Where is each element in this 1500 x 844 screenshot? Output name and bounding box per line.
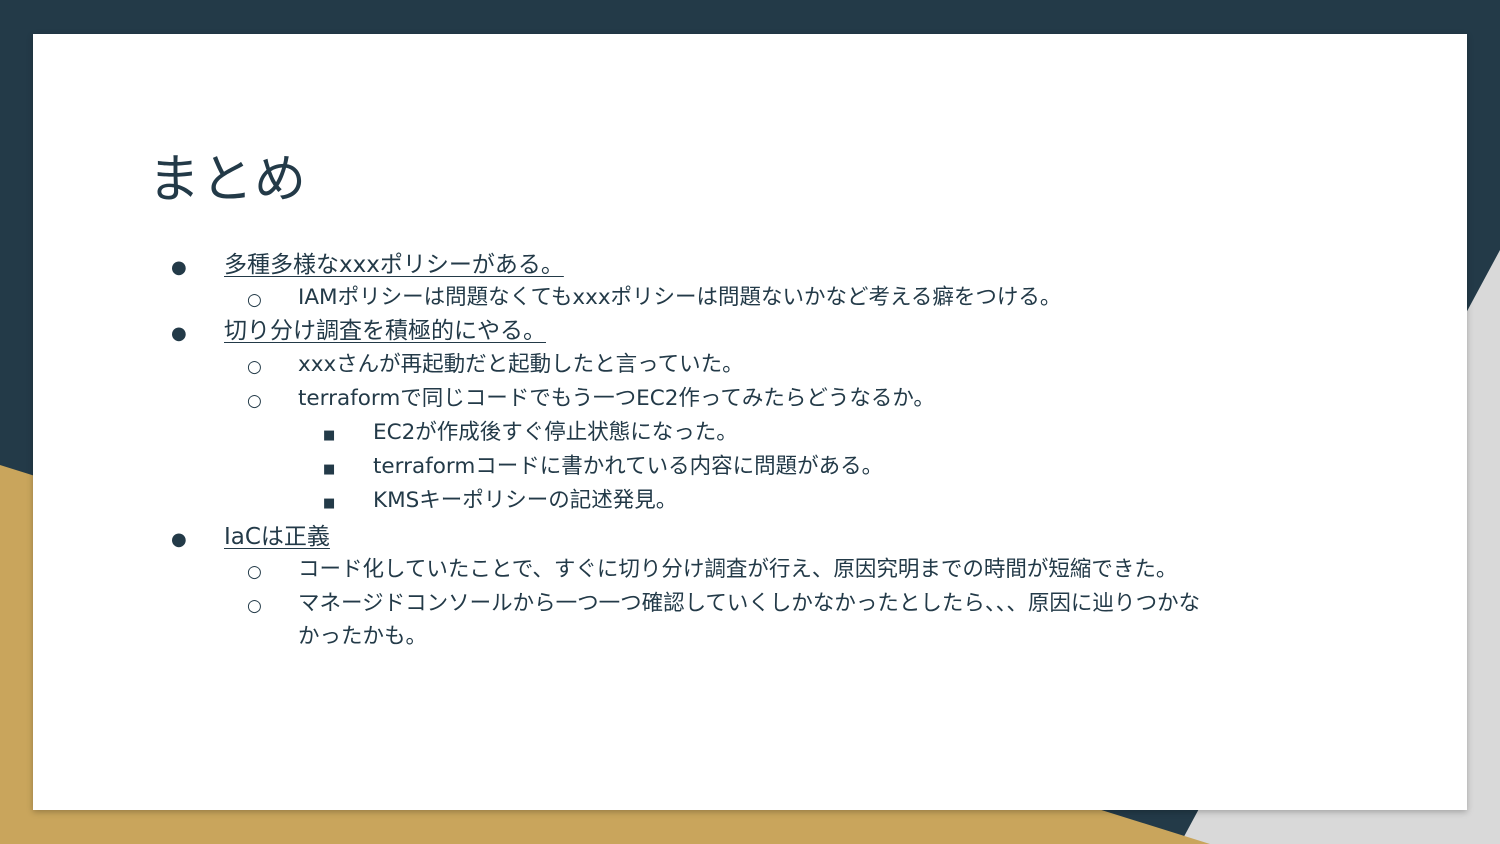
sub-bullet-marker: ○: [247, 391, 262, 411]
sub-bullet-text: コード化していたことで、すぐに切り分け調査が行え、原因究明までの時間が短縮できた…: [298, 557, 1178, 582]
sub-bullet-text: terraformで同じコードでもう一つEC2作ってみたらどうなるか。: [298, 386, 935, 411]
bullet-marker: ●: [171, 257, 187, 278]
sub-sub-bullet-marker: ■: [323, 496, 336, 511]
sub-bullet-text: IAMポリシーは問題なくてもxxxポリシーは問題ないかなど考える癖をつける。: [298, 285, 1062, 310]
sub-bullet-text: xxxさんが再起動だと起動したと言っていた。: [298, 352, 744, 377]
sub-sub-bullet-text: KMSキーポリシーの記述発見。: [373, 488, 678, 513]
sub-bullet-marker: ○: [247, 562, 262, 582]
sub-sub-bullet-text: EC2が作成後すぐ停止状態になった。: [373, 420, 738, 445]
sub-sub-bullet-marker: ■: [323, 462, 336, 477]
bullet-text: 多種多様なxxxポリシーがある。: [224, 252, 564, 278]
bullet-marker: ●: [171, 323, 187, 344]
slide-canvas: まとめ ● 多種多様なxxxポリシーがある。 ○ IAMポリシーは問題なくてもx…: [33, 34, 1467, 810]
sub-sub-bullet-marker: ■: [323, 428, 336, 443]
sub-bullet-marker: ○: [247, 357, 262, 377]
bullet-list: ● 多種多様なxxxポリシーがある。 ○ IAMポリシーは問題なくてもxxxポリ…: [33, 34, 1467, 810]
bullet-text: IaCは正義: [224, 524, 330, 550]
sub-sub-bullet-text: terraformコードに書かれている内容に問題がある。: [373, 454, 884, 479]
bullet-marker: ●: [171, 529, 187, 550]
sub-bullet-marker: ○: [247, 596, 262, 616]
sub-bullet-marker: ○: [247, 290, 262, 310]
bullet-text: 切り分け調査を積極的にやる。: [224, 318, 546, 344]
sub-bullet-text: マネージドコンソールから一つ一つ確認していくしかなかったとしたら、、、原因に辿り…: [298, 591, 1201, 616]
sub-bullet-text-continuation: かったかも。: [298, 624, 428, 649]
